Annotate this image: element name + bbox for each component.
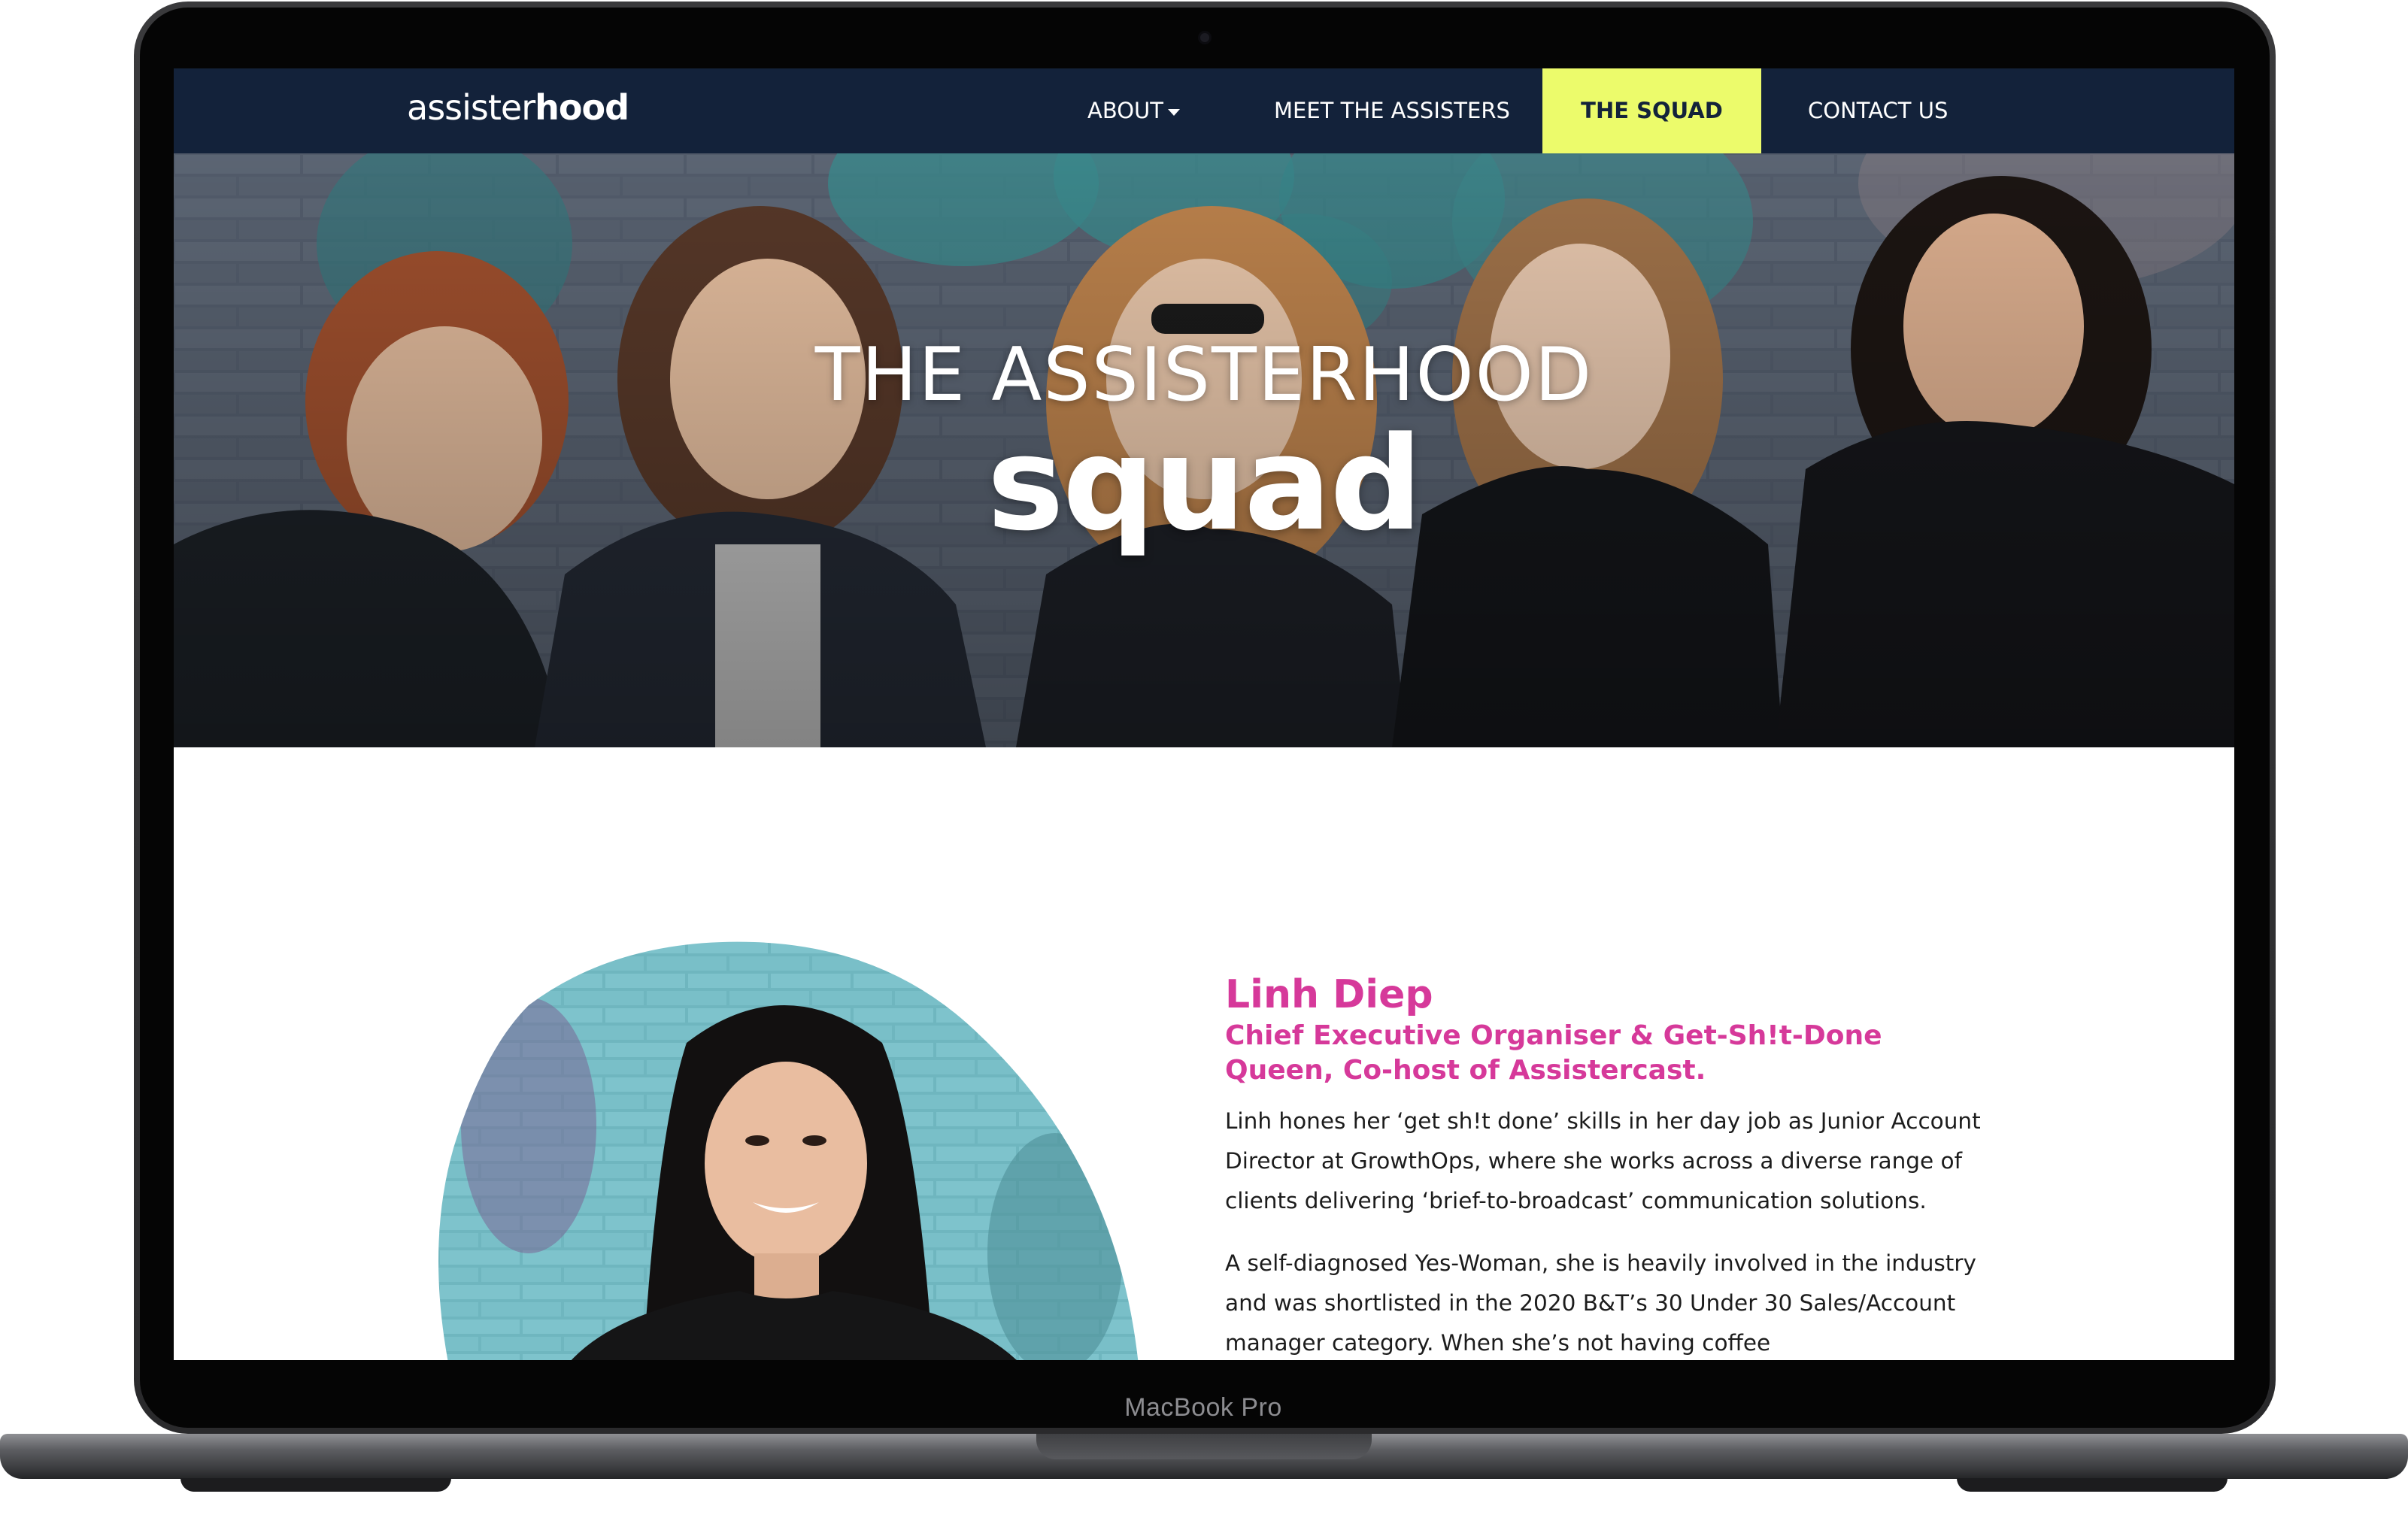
profile-bio-paragraph-2: A self-diagnosed Yes-Woman, she is heavi… — [1225, 1250, 1976, 1356]
device-model-label: MacBook Pro — [1124, 1393, 1282, 1422]
profile-role: Chief Executive Organiser & Get-Sh!t-Don… — [1225, 1020, 1882, 1086]
hero-banner: THE ASSISTERHOOD squad — [174, 153, 2234, 747]
site-logo[interactable]: assisterhood — [407, 83, 629, 132]
profile-bio-paragraph-1: Linh hones her ‘get sh!t done’ skills in… — [1225, 1108, 1981, 1214]
nav-about[interactable]: ABOUT — [1087, 68, 1180, 153]
laptop-foot-left — [180, 1478, 451, 1492]
laptop-hinge-notch — [1036, 1434, 1372, 1459]
nav-meet-label: MEET THE ASSISTERS — [1274, 98, 1510, 123]
laptop-foot-right — [1957, 1478, 2228, 1492]
nav-the-squad-active[interactable]: THE SQUAD — [1542, 68, 1761, 153]
navbar: assisterhood ABOUT MEET THE ASSISTERS TH… — [174, 68, 2234, 153]
linh-diep-photo — [438, 941, 1142, 1360]
website-screen: assisterhood ABOUT MEET THE ASSISTERS TH… — [174, 68, 2234, 1360]
caret-down-icon — [1168, 108, 1180, 116]
profile-name: Linh Diep — [1225, 972, 1433, 1017]
hero-title: THE ASSISTERHOOD — [814, 332, 1594, 418]
hero-subtitle: squad — [987, 408, 1422, 559]
nav-squad-label: THE SQUAD — [1581, 98, 1723, 123]
logo-text-bold: hood — [535, 87, 629, 128]
profile-details: Linh Diep Chief Executive Organiser & Ge… — [1225, 971, 1992, 1360]
nav-contact-us[interactable]: CONTACT US — [1808, 68, 1948, 153]
nav-about-label: ABOUT — [1087, 98, 1163, 123]
nav-meet-the-assisters[interactable]: MEET THE ASSISTERS — [1274, 68, 1510, 153]
camera-icon — [1200, 33, 1209, 42]
nav-contact-label: CONTACT US — [1808, 98, 1949, 123]
logo-text-light: assister — [407, 87, 535, 128]
